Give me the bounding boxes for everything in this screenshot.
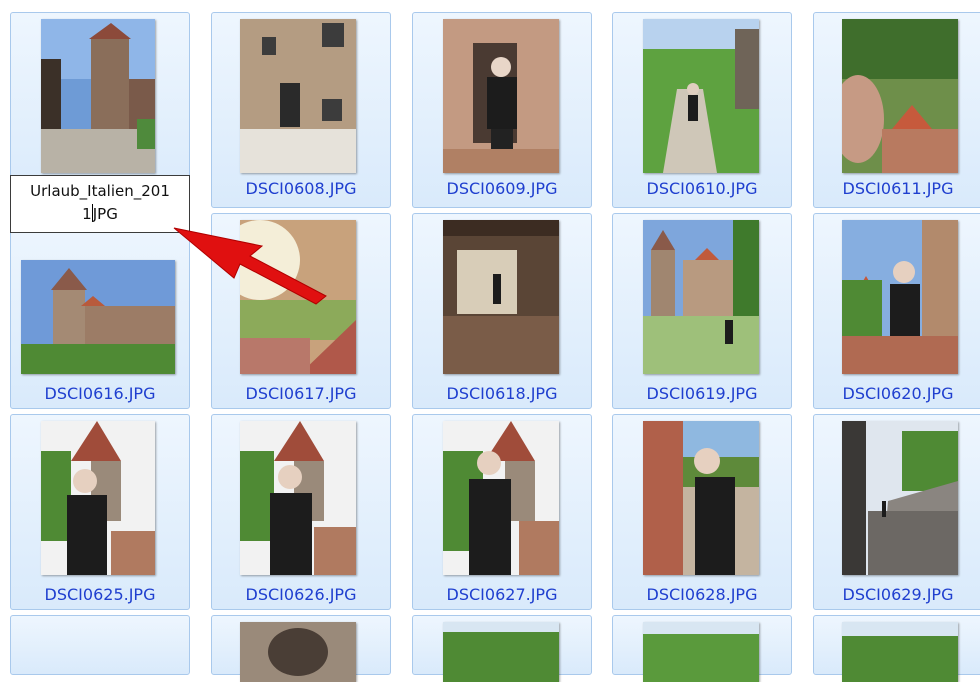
person-garden-path-thumbnail-icon xyxy=(643,19,759,173)
file-name-label: DSCI0609.JPG xyxy=(446,179,558,198)
file-name-label: DSCI0625.JPG xyxy=(44,585,156,604)
file-name-label: DSCI0628.JPG xyxy=(646,585,758,604)
file-name-label: DSCI0619.JPG xyxy=(646,384,758,403)
file-name-label: DSCI0618.JPG xyxy=(446,384,558,403)
archway-stairs-thumbnail-icon xyxy=(443,220,559,374)
person-tower-thumbnail-icon xyxy=(240,421,356,575)
castle-towers-thumbnail-icon xyxy=(643,220,759,374)
person-doorway-thumbnail-icon xyxy=(443,19,559,173)
file-name-label: DSCI0616.JPG xyxy=(44,384,156,403)
partial-photo-thumbnail-icon xyxy=(240,622,356,682)
file-tile[interactable] xyxy=(211,615,391,682)
person-tower-thumbnail-icon xyxy=(443,421,559,575)
file-tile[interactable]: DSCI0626.JPG xyxy=(211,414,391,610)
castle-tower-thumbnail-icon xyxy=(41,19,155,173)
person-brick-wall-thumbnail-icon xyxy=(643,421,759,575)
person-wall-thumbnail-icon xyxy=(842,220,958,374)
rename-text-line2: 1JPG xyxy=(82,204,118,223)
file-name-label: DSCI0626.JPG xyxy=(245,585,357,604)
person-street-thumbnail-icon xyxy=(240,19,356,173)
file-name-label: DSCI0611.JPG xyxy=(842,179,954,198)
file-tile[interactable]: DSCI0616.JPG xyxy=(10,213,190,409)
file-tile[interactable]: DSCI0628.JPG xyxy=(612,414,792,610)
file-name-label: DSCI0617.JPG xyxy=(245,384,357,403)
file-tile[interactable] xyxy=(412,615,592,682)
file-tile[interactable] xyxy=(612,615,792,682)
file-tile[interactable]: DSCI0627.JPG xyxy=(412,414,592,610)
castle-walkway-thumbnail-icon xyxy=(842,421,958,575)
file-tile[interactable]: DSCI0620.JPG xyxy=(813,213,980,409)
partial-photo-thumbnail-icon xyxy=(842,622,958,682)
file-tile[interactable]: DSCI0608.JPG xyxy=(211,12,391,208)
file-tile[interactable]: DSCI0618.JPG xyxy=(412,213,592,409)
file-tile[interactable]: DSCI0619.JPG xyxy=(612,213,792,409)
file-tile[interactable]: DSCI0611.JPG xyxy=(813,12,980,208)
castle-landscape-thumbnail-icon xyxy=(21,260,175,374)
person-tower-thumbnail-icon xyxy=(41,421,155,575)
file-name-label: DSCI0608.JPG xyxy=(245,179,357,198)
file-name-label: DSCI0620.JPG xyxy=(842,384,954,403)
file-tile[interactable] xyxy=(10,615,190,675)
file-name-label: DSCI0629.JPG xyxy=(842,585,954,604)
file-name-label: DSCI0627.JPG xyxy=(446,585,558,604)
file-tile[interactable]: DSCI0610.JPG xyxy=(612,12,792,208)
file-tile[interactable] xyxy=(813,615,980,682)
partial-photo-thumbnail-icon xyxy=(443,622,559,682)
red-arrow-icon xyxy=(173,227,327,305)
selfie-rooftops-thumbnail-icon xyxy=(842,19,958,173)
file-tile[interactable]: DSCI0625.JPG xyxy=(10,414,190,610)
file-name-label: DSCI0610.JPG xyxy=(646,179,758,198)
file-tile[interactable]: DSCI0609.JPG xyxy=(412,12,592,208)
rename-input[interactable]: Urlaub_Italien_201 1JPG xyxy=(10,175,190,233)
partial-photo-thumbnail-icon xyxy=(643,622,759,682)
rename-text-line1: Urlaub_Italien_201 xyxy=(30,182,170,200)
file-tile[interactable]: DSCI0629.JPG xyxy=(813,414,980,610)
